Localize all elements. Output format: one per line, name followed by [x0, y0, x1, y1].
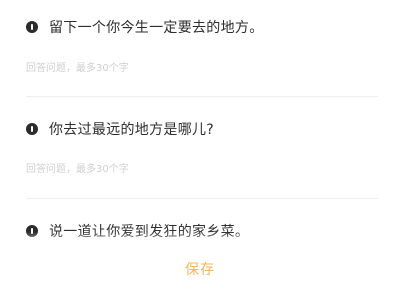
question-text: 留下一个你今生一定要去的地方。 [49, 20, 264, 36]
divider [26, 198, 378, 199]
question-text: 你去过最远的地方是哪儿? [49, 122, 215, 138]
footer-bar: 保存 [0, 246, 400, 292]
save-button[interactable]: 保存 [173, 255, 227, 283]
answer-input-1[interactable] [26, 59, 326, 77]
question-item-1: 留下一个你今生一定要去的地方。 [26, 16, 378, 38]
answer-input-2[interactable] [26, 160, 326, 178]
question-header: 你去过最远的地方是哪儿? [26, 118, 378, 140]
question-header: 留下一个你今生一定要去的地方。 [26, 16, 378, 38]
divider [26, 96, 378, 97]
question-item-2: 你去过最远的地方是哪儿? [26, 118, 378, 140]
exclamation-badge-icon [26, 123, 38, 135]
exclamation-badge-icon [26, 21, 38, 33]
footer-fade [0, 232, 400, 246]
